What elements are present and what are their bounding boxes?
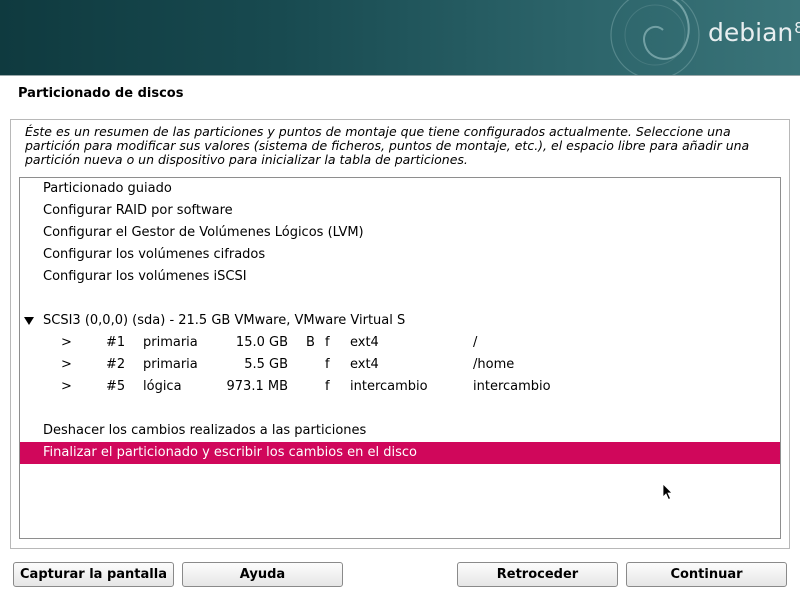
capture-screen-button[interactable]: Capturar la pantalla bbox=[13, 562, 174, 587]
installer-banner: debian8 bbox=[0, 0, 800, 75]
partition-row[interactable]: > #2 primaria 5.5 GB f ext4 /home bbox=[20, 354, 780, 376]
menu-undo-changes[interactable]: Deshacer los cambios realizados a las pa… bbox=[20, 420, 780, 442]
debian-swirl-icon bbox=[610, 0, 700, 75]
disk-sda[interactable]: SCSI3 (0,0,0) (sda) - 21.5 GB VMware, VM… bbox=[20, 310, 780, 332]
menu-configure-encrypted[interactable]: Configurar los volúmenes cifrados bbox=[20, 244, 780, 266]
partition-row[interactable]: > #1 primaria 15.0 GB B f ext4 / bbox=[20, 332, 780, 354]
banner-divider bbox=[0, 75, 800, 76]
menu-configure-iscsi[interactable]: Configurar los volúmenes iSCSI bbox=[20, 266, 780, 288]
partition-arrow-icon: > bbox=[61, 357, 72, 372]
continue-button[interactable]: Continuar bbox=[626, 562, 787, 587]
partition-arrow-icon: > bbox=[61, 379, 72, 394]
intro-text: Éste es un resumen de las particiones y … bbox=[25, 124, 750, 167]
partition-arrow-icon: > bbox=[61, 335, 72, 350]
menu-finish-partitioning[interactable]: Finalizar el particionado y escribir los… bbox=[20, 442, 780, 464]
menu-configure-raid[interactable]: Configurar RAID por software bbox=[20, 200, 780, 222]
debian-logo: debian8 bbox=[708, 18, 800, 47]
help-button[interactable]: Ayuda bbox=[182, 562, 343, 587]
menu-configure-lvm[interactable]: Configurar el Gestor de Volúmenes Lógico… bbox=[20, 222, 780, 244]
menu-guided-partitioning[interactable]: Particionado guiado bbox=[20, 178, 780, 200]
partition-row[interactable]: > #5 lógica 973.1 MB f intercambio inter… bbox=[20, 376, 780, 398]
back-button[interactable]: Retroceder bbox=[457, 562, 618, 587]
expand-triangle-icon bbox=[24, 317, 34, 325]
page-title: Particionado de discos bbox=[18, 86, 184, 101]
mouse-pointer-icon bbox=[662, 483, 673, 501]
